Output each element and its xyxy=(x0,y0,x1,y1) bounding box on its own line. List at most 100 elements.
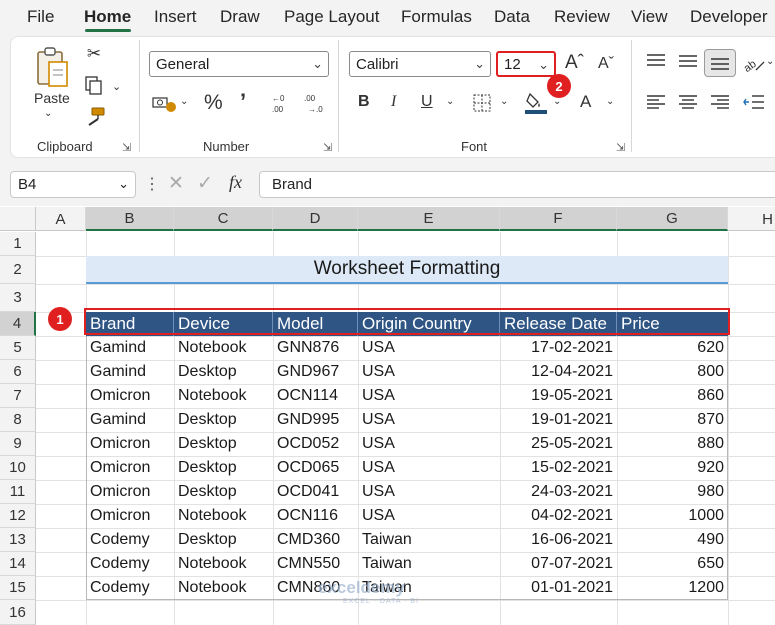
cell-model[interactable]: OCN116 xyxy=(273,504,358,528)
cell-release-date[interactable]: 12-04-2021 xyxy=(500,360,617,384)
cell-brand[interactable]: Codemy xyxy=(86,552,174,576)
column-header-e[interactable]: E xyxy=(358,207,500,231)
cell-model[interactable]: CMN550 xyxy=(273,552,358,576)
column-header-f[interactable]: F xyxy=(500,207,617,231)
formula-input[interactable]: Brand xyxy=(259,171,775,198)
cell-brand[interactable]: Gamind xyxy=(86,408,174,432)
align-left-icon[interactable] xyxy=(645,93,667,111)
cancel-entry-icon[interactable]: ✕ xyxy=(168,172,184,195)
row-header-3[interactable]: 3 xyxy=(0,284,36,312)
cell-device[interactable]: Notebook xyxy=(174,336,273,360)
font-color-dropdown-chevron-icon[interactable]: ⌄ xyxy=(606,96,614,107)
percent-style-icon[interactable]: % xyxy=(204,91,223,115)
cell-brand[interactable]: Codemy xyxy=(86,576,174,600)
borders-icon[interactable] xyxy=(472,93,492,113)
row-header-9[interactable]: 9 xyxy=(0,432,36,456)
row-header-13[interactable]: 13 xyxy=(0,528,36,552)
decrease-decimal-icon[interactable]: .00 →.0 xyxy=(302,92,328,116)
italic-icon[interactable]: I xyxy=(391,93,396,111)
cell-price[interactable]: 490 xyxy=(617,528,728,552)
cell-release-date[interactable]: 01-01-2021 xyxy=(500,576,617,600)
cell-release-date[interactable]: 07-07-2021 xyxy=(500,552,617,576)
format-painter-icon[interactable] xyxy=(84,107,106,127)
cell-device[interactable]: Notebook xyxy=(174,576,273,600)
comma-style-icon[interactable]: ’ xyxy=(240,89,246,115)
paste-button-label[interactable]: Paste xyxy=(34,90,70,106)
cell-origin-country[interactable]: USA xyxy=(358,480,500,504)
cell-release-date[interactable]: 24-03-2021 xyxy=(500,480,617,504)
bold-icon[interactable]: B xyxy=(358,93,370,111)
cell-origin-country[interactable]: USA xyxy=(358,384,500,408)
paste-dropdown-chevron-icon[interactable]: ⌄ xyxy=(44,108,52,119)
confirm-entry-icon[interactable]: ✓ xyxy=(197,172,213,195)
cell-device[interactable]: Desktop xyxy=(174,456,273,480)
font-name-dropdown[interactable]: Calibri ⌄ xyxy=(349,51,491,77)
tab-formulas[interactable]: Formulas xyxy=(401,7,472,27)
column-header-c[interactable]: C xyxy=(174,207,273,231)
cell-price[interactable]: 860 xyxy=(617,384,728,408)
font-launcher-icon[interactable]: ⇲ xyxy=(616,141,625,154)
row-header-15[interactable]: 15 xyxy=(0,576,36,600)
orientation-dropdown-chevron-icon[interactable]: ⌄ xyxy=(766,56,774,67)
cell-brand[interactable]: Codemy xyxy=(86,528,174,552)
cell-price[interactable]: 1000 xyxy=(617,504,728,528)
cell-device[interactable]: Notebook xyxy=(174,552,273,576)
cell-device[interactable]: Notebook xyxy=(174,504,273,528)
fill-color-icon[interactable] xyxy=(524,90,548,116)
cell-price[interactable]: 800 xyxy=(617,360,728,384)
tab-draw[interactable]: Draw xyxy=(220,7,260,27)
tab-data[interactable]: Data xyxy=(494,7,530,27)
cell-model[interactable]: GNN876 xyxy=(273,336,358,360)
column-header-g[interactable]: G xyxy=(617,207,728,231)
cell-device[interactable]: Desktop xyxy=(174,480,273,504)
cell-price[interactable]: 880 xyxy=(617,432,728,456)
cell-device[interactable]: Desktop xyxy=(174,360,273,384)
tab-file[interactable]: File xyxy=(27,7,54,27)
align-center-icon[interactable] xyxy=(677,93,699,111)
cell-price[interactable]: 980 xyxy=(617,480,728,504)
row-header-12[interactable]: 12 xyxy=(0,504,36,528)
underline-icon[interactable]: U xyxy=(421,93,433,111)
cell-model[interactable]: CMD360 xyxy=(273,528,358,552)
more-options-icon[interactable]: ⋮ xyxy=(144,174,160,194)
cell-release-date[interactable]: 19-05-2021 xyxy=(500,384,617,408)
row-header-16[interactable]: 16 xyxy=(0,600,36,625)
row-header-8[interactable]: 8 xyxy=(0,408,36,432)
cell-model[interactable]: OCD041 xyxy=(273,480,358,504)
cell-brand[interactable]: Omicron xyxy=(86,432,174,456)
tab-review[interactable]: Review xyxy=(554,7,610,27)
cell-origin-country[interactable]: USA xyxy=(358,336,500,360)
cell-model[interactable]: OCD052 xyxy=(273,432,358,456)
row-header-7[interactable]: 7 xyxy=(0,384,36,408)
cell-origin-country[interactable]: USA xyxy=(358,456,500,480)
row-header-2[interactable]: 2 xyxy=(0,256,36,284)
number-format-dropdown[interactable]: General ⌄ xyxy=(149,51,329,77)
borders-dropdown-chevron-icon[interactable]: ⌄ xyxy=(500,96,508,107)
cell-origin-country[interactable]: Taiwan xyxy=(358,552,500,576)
cell-device[interactable]: Desktop xyxy=(174,408,273,432)
cell-release-date[interactable]: 15-02-2021 xyxy=(500,456,617,480)
cell-price[interactable]: 650 xyxy=(617,552,728,576)
tab-developer[interactable]: Developer xyxy=(690,7,768,27)
row-header-10[interactable]: 10 xyxy=(0,456,36,480)
cell-origin-country[interactable]: USA xyxy=(358,432,500,456)
cell-brand[interactable]: Gamind xyxy=(86,336,174,360)
cell-price[interactable]: 870 xyxy=(617,408,728,432)
cell-release-date[interactable]: 17-02-2021 xyxy=(500,336,617,360)
cell-price[interactable]: 620 xyxy=(617,336,728,360)
paste-icon[interactable] xyxy=(32,44,74,90)
cell-price[interactable]: 920 xyxy=(617,456,728,480)
font-color-icon[interactable]: A xyxy=(580,92,591,112)
copy-icon[interactable] xyxy=(84,76,104,96)
cell-origin-country[interactable]: USA xyxy=(358,360,500,384)
cell-model[interactable]: OCN114 xyxy=(273,384,358,408)
cell-model[interactable]: GND995 xyxy=(273,408,358,432)
increase-decimal-icon[interactable]: ←0.00 xyxy=(270,92,294,116)
cell-release-date[interactable]: 16-06-2021 xyxy=(500,528,617,552)
column-header-b[interactable]: B xyxy=(86,207,174,231)
row-header-6[interactable]: 6 xyxy=(0,360,36,384)
column-header-d[interactable]: D xyxy=(273,207,358,231)
cell-origin-country[interactable]: USA xyxy=(358,408,500,432)
accounting-dropdown-chevron-icon[interactable]: ⌄ xyxy=(180,96,188,107)
cell-device[interactable]: Desktop xyxy=(174,528,273,552)
